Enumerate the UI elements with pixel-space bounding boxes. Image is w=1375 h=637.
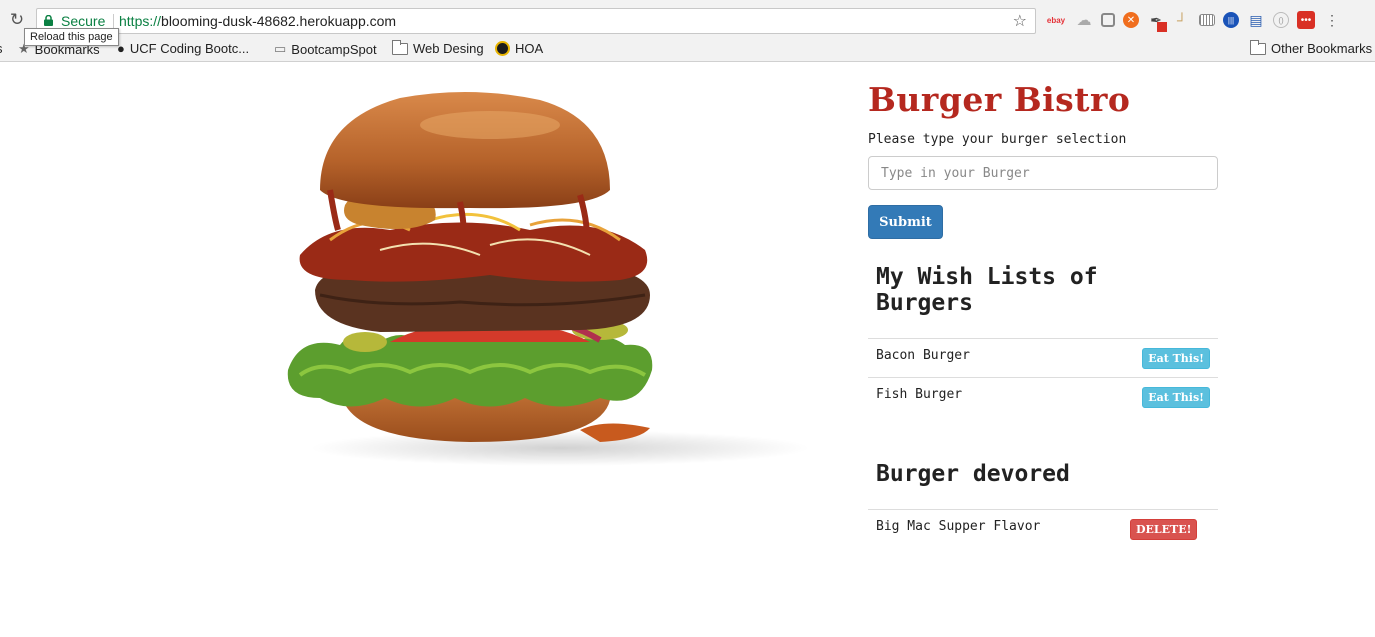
devored-item-name: Big Mac Supper Flavor bbox=[876, 519, 1041, 534]
drive-extension-icon[interactable]: ☁ bbox=[1075, 11, 1093, 29]
burger-prompt-label: Please type your burger selection bbox=[868, 132, 1127, 147]
browser-toolbar: ↻ Secure https://blooming-dusk-48682.her… bbox=[0, 0, 1375, 37]
bookmark-item-ucf[interactable]: ● UCF Coding Bootc... bbox=[117, 41, 249, 56]
burger-image bbox=[287, 91, 810, 466]
extension-h-icon[interactable]: () bbox=[1273, 12, 1289, 28]
omnibox-separator bbox=[113, 14, 114, 29]
extension-f-icon[interactable]: ||| bbox=[1223, 12, 1239, 28]
extension-b-icon[interactable]: ✕ bbox=[1123, 12, 1139, 28]
extension-j-icon[interactable]: ⋮ bbox=[1323, 11, 1341, 29]
folder-icon bbox=[392, 39, 408, 55]
extension-e-icon[interactable] bbox=[1199, 14, 1215, 26]
devored-heading: Burger devored bbox=[876, 461, 1070, 487]
extensions-bar: ebay ☁ ✕ ✒ ┘ ||| ▤ () ••• ⋮ bbox=[1045, 10, 1341, 32]
wish-list-heading: My Wish Lists of Burgers bbox=[876, 264, 1098, 316]
extension-c-icon[interactable]: ✒ bbox=[1147, 11, 1167, 32]
wish-item-name: Bacon Burger bbox=[876, 348, 970, 363]
bookmark-label: Other Bookmarks bbox=[1271, 41, 1373, 56]
reload-tooltip: Reload this page bbox=[24, 28, 119, 46]
bookmark-label: HOA bbox=[515, 41, 544, 56]
eat-this-button[interactable]: Eat This! bbox=[1142, 387, 1210, 408]
bookmark-label: UCF Coding Bootc... bbox=[129, 41, 250, 56]
bookmark-label: BootcampSpot bbox=[291, 41, 377, 57]
wish-item-name: Fish Burger bbox=[876, 387, 963, 402]
ebay-extension-icon[interactable]: ebay bbox=[1045, 11, 1067, 29]
wish-list-row: Bacon Burger Eat This! bbox=[868, 338, 1218, 377]
bookmark-other[interactable]: Other Bookmarks bbox=[1250, 39, 1373, 56]
devored-row: Big Mac Supper Flavor DELETE! bbox=[868, 509, 1218, 548]
bookmark-star-icon[interactable]: ☆ bbox=[1013, 11, 1027, 30]
bookmark-label: Web Desing bbox=[413, 41, 484, 56]
extension-i-icon[interactable]: ••• bbox=[1297, 11, 1315, 29]
bookmark-item-hoa[interactable]: HOA bbox=[495, 41, 543, 56]
page-title: Burger Bistro bbox=[868, 80, 1131, 119]
url-text[interactable]: https://blooming-dusk-48682.herokuapp.co… bbox=[119, 13, 396, 29]
folder-icon bbox=[1250, 39, 1266, 55]
hoa-icon bbox=[495, 41, 510, 56]
bookmark-item-bootcampspot[interactable]: ▭ BootcampSpot bbox=[274, 41, 377, 57]
url-scheme: https:// bbox=[119, 13, 162, 29]
lock-icon bbox=[44, 15, 53, 26]
burger-input[interactable] bbox=[868, 156, 1218, 190]
submit-button[interactable]: Submit bbox=[868, 205, 943, 239]
extension-a-icon[interactable] bbox=[1101, 13, 1115, 27]
address-bar[interactable]: Secure https://blooming-dusk-48682.herok… bbox=[36, 8, 1036, 34]
bookmarks-bar: s ★ Bookmarks ● UCF Coding Bootc... ▭ Bo… bbox=[0, 37, 1375, 62]
secure-label: Secure bbox=[61, 13, 106, 29]
delete-button[interactable]: DELETE! bbox=[1130, 519, 1198, 540]
eat-this-button[interactable]: Eat This! bbox=[1142, 348, 1210, 369]
extension-g-icon[interactable]: ▤ bbox=[1247, 11, 1265, 29]
wish-list-row: Fish Burger Eat This! bbox=[868, 377, 1218, 416]
url-host: blooming-dusk-48682.herokuapp.com bbox=[161, 13, 397, 29]
bookmark-partial[interactable]: s bbox=[0, 41, 3, 56]
extension-d-icon[interactable]: ┘ bbox=[1173, 11, 1191, 29]
bookmark-item-web-desing[interactable]: Web Desing bbox=[392, 39, 484, 56]
bookmark-partial-text: s bbox=[0, 41, 3, 56]
page-icon: ▭ bbox=[274, 41, 287, 56]
